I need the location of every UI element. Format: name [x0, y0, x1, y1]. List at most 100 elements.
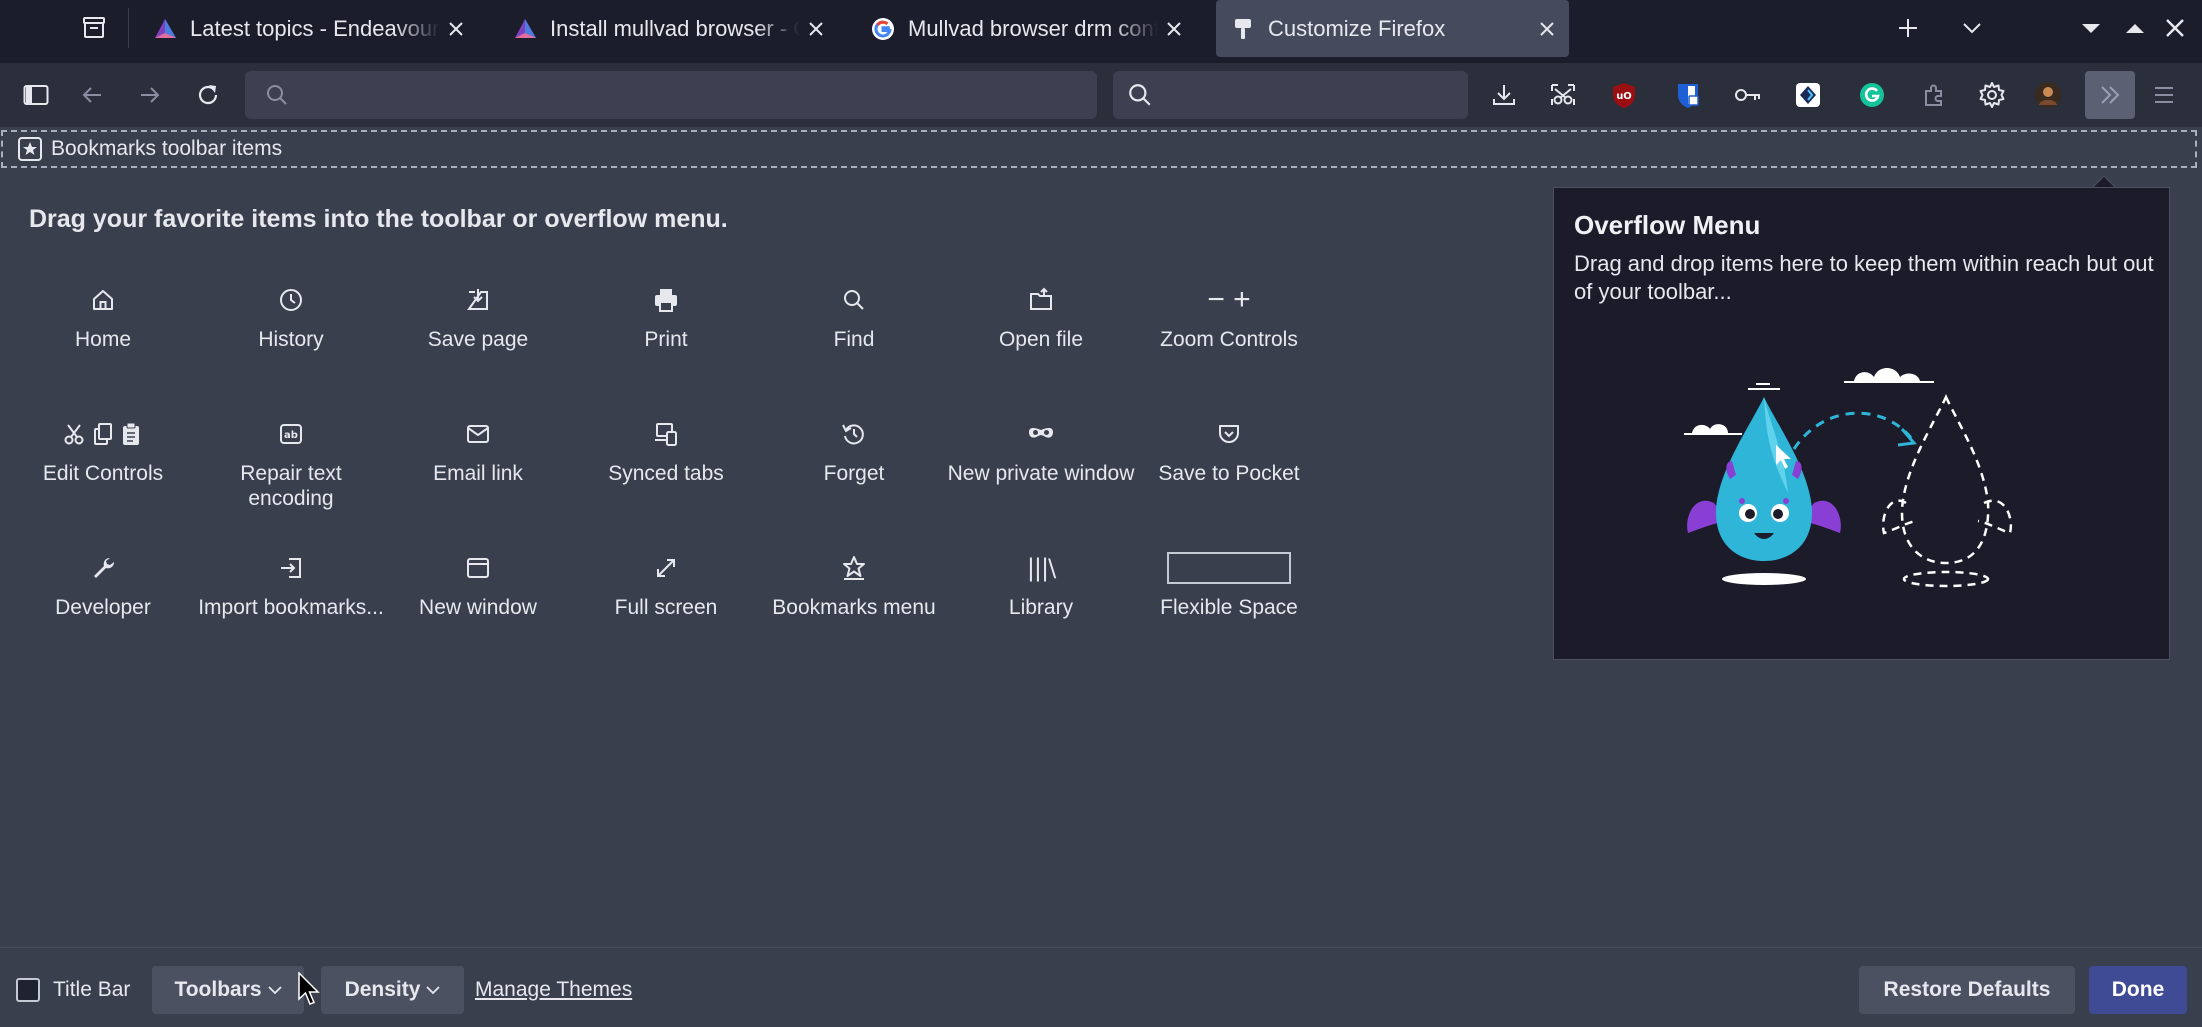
tab-mullvad-drm[interactable]: Mullvad browser drm content [856, 0, 1196, 57]
pocket-icon [1219, 425, 1239, 443]
sidebar-button[interactable] [14, 73, 58, 117]
new-tab-button[interactable] [1888, 0, 1928, 56]
reload-icon [198, 85, 218, 105]
bookmarks-toolbar-drop-area[interactable]: Bookmarks toolbar items [1, 130, 2197, 168]
palette-item-email-link[interactable]: Email link [384, 417, 572, 486]
palette-item-label: Repair text encoding [240, 462, 342, 510]
close-tab-icon[interactable] [446, 19, 466, 39]
extension-button[interactable] [1786, 73, 1830, 117]
palette-item-label: New window [419, 596, 537, 619]
palette-item-developer[interactable]: Developer [9, 551, 197, 620]
palette-item-history[interactable]: History [197, 283, 385, 352]
double-chevron-right-icon [2101, 86, 2120, 104]
done-button[interactable]: Done [2089, 966, 2187, 1014]
save-page-icon [467, 289, 488, 310]
palette-item-open-file[interactable]: Open file [947, 283, 1135, 352]
minimize-triangle-icon [2082, 24, 2100, 33]
grammarly-button[interactable] [1850, 73, 1894, 117]
tab-latest-topics[interactable]: Latest topics - EndeavourOS [138, 0, 478, 57]
url-bar[interactable] [245, 71, 1097, 119]
close-icon [2166, 19, 2184, 37]
bookmarks-toolbar-label: Bookmarks toolbar items [51, 137, 283, 160]
title-bar-label: Title Bar [53, 978, 131, 1001]
forward-button[interactable] [128, 73, 172, 117]
gear-icon [1979, 82, 2005, 108]
overflow-menu-button[interactable] [2085, 71, 2135, 119]
overflow-menu-panel[interactable]: Overflow Menu Drag and drop items here t… [1553, 187, 2170, 660]
firefox-view-button[interactable] [76, 0, 112, 56]
palette-item-label: Print [644, 328, 688, 351]
key-icon [1735, 89, 1760, 101]
app-menu-button[interactable] [2142, 73, 2186, 117]
account-button[interactable] [2026, 73, 2070, 117]
passwords-button[interactable] [1726, 73, 1770, 117]
palette-item-label: Developer [55, 596, 151, 619]
tab-customize-firefox[interactable]: Customize Firefox [1216, 0, 1569, 57]
overflow-description: Drag and drop items here to keep them wi… [1574, 251, 2154, 304]
palette-item-label: Bookmarks menu [772, 596, 936, 619]
palette-item-synced-tabs[interactable]: Synced tabs [572, 417, 760, 486]
avatar [2035, 82, 2061, 108]
window-close-button[interactable] [2155, 0, 2195, 56]
palette-item-label: History [258, 328, 324, 351]
palette-item-save-page[interactable]: Save page [384, 283, 572, 352]
palette-item-find[interactable]: Find [760, 283, 948, 352]
reload-button[interactable] [186, 73, 230, 117]
cut-copy-paste-icon [64, 422, 139, 445]
settings-button[interactable] [1970, 73, 2014, 117]
palette-item-edit-controls[interactable]: Edit Controls [9, 417, 197, 486]
palette-item-forget[interactable]: Forget [760, 417, 948, 486]
list-all-tabs-button[interactable] [1952, 0, 1992, 56]
close-tab-icon[interactable] [1164, 19, 1184, 39]
maximize-button[interactable] [2115, 0, 2155, 56]
downloads-button[interactable] [1482, 73, 1526, 117]
palette-item-flexible-space[interactable]: Flexible Space [1135, 551, 1323, 620]
palette-item-bookmarks-menu[interactable]: Bookmarks menu [760, 551, 948, 620]
minimize-button[interactable] [2071, 0, 2111, 56]
grammarly-icon [1860, 83, 1884, 107]
bitwarden-button[interactable] [1666, 73, 1710, 117]
text-encoding-icon: ab [280, 424, 302, 444]
palette-item-full-screen[interactable]: Full screen [572, 551, 760, 620]
tab-strip: Latest topics - EndeavourOS Install mull… [0, 0, 2202, 63]
svg-text:uO: uO [1616, 91, 1632, 102]
palette-item-repair-text-encoding[interactable]: ab Repair text encoding [197, 417, 385, 511]
screenshot-button[interactable] [1541, 73, 1585, 117]
zoom-icon: − + [1207, 283, 1251, 316]
palette-item-label: Edit Controls [42, 462, 164, 485]
ublock-origin-button[interactable]: uO [1602, 73, 1646, 117]
download-icon [1493, 85, 1515, 105]
toolbars-dropdown[interactable]: Toolbars [152, 966, 304, 1014]
extensions-button[interactable] [1912, 73, 1956, 117]
close-tab-icon[interactable] [1537, 19, 1557, 39]
title-bar-checkbox[interactable] [16, 978, 40, 1002]
palette-item-label: Full screen [614, 596, 718, 619]
flexible-space-box [1167, 552, 1291, 584]
palette-item-label: Find [833, 328, 875, 351]
density-dropdown[interactable]: Density [321, 966, 464, 1014]
window-icon [467, 558, 489, 578]
search-icon [267, 85, 287, 105]
palette-item-label: New private window [947, 462, 1135, 485]
palette-item-new-private-window[interactable]: New private window [947, 417, 1135, 486]
palette-item-zoom-controls[interactable]: − + Zoom Controls [1135, 283, 1323, 352]
palette-item-save-to-pocket[interactable]: Save to Pocket [1135, 417, 1323, 486]
ublock-origin-icon: uO [1613, 83, 1635, 108]
back-button[interactable] [70, 73, 114, 117]
close-tab-icon[interactable] [806, 19, 826, 39]
tab-install-mullvad[interactable]: Install mullvad browser - General [498, 0, 838, 57]
hamburger-menu-icon [2155, 87, 2173, 103]
manage-themes-link[interactable]: Manage Themes [475, 978, 632, 1002]
overflow-title: Overflow Menu [1574, 210, 1761, 240]
palette-item-label: Flexible Space [1160, 596, 1298, 619]
svg-text:ab: ab [284, 430, 298, 441]
search-bar[interactable] [1113, 71, 1468, 119]
clock-icon [280, 289, 302, 311]
plus-icon [1899, 19, 1917, 37]
restore-defaults-button[interactable]: Restore Defaults [1859, 966, 2075, 1014]
palette-item-library[interactable]: |||\ Library [947, 551, 1135, 620]
palette-item-new-window[interactable]: New window [384, 551, 572, 620]
palette-item-import-bookmarks[interactable]: Import bookmarks... [197, 551, 385, 620]
palette-item-home[interactable]: Home [9, 283, 197, 352]
palette-item-print[interactable]: Print [572, 283, 760, 352]
